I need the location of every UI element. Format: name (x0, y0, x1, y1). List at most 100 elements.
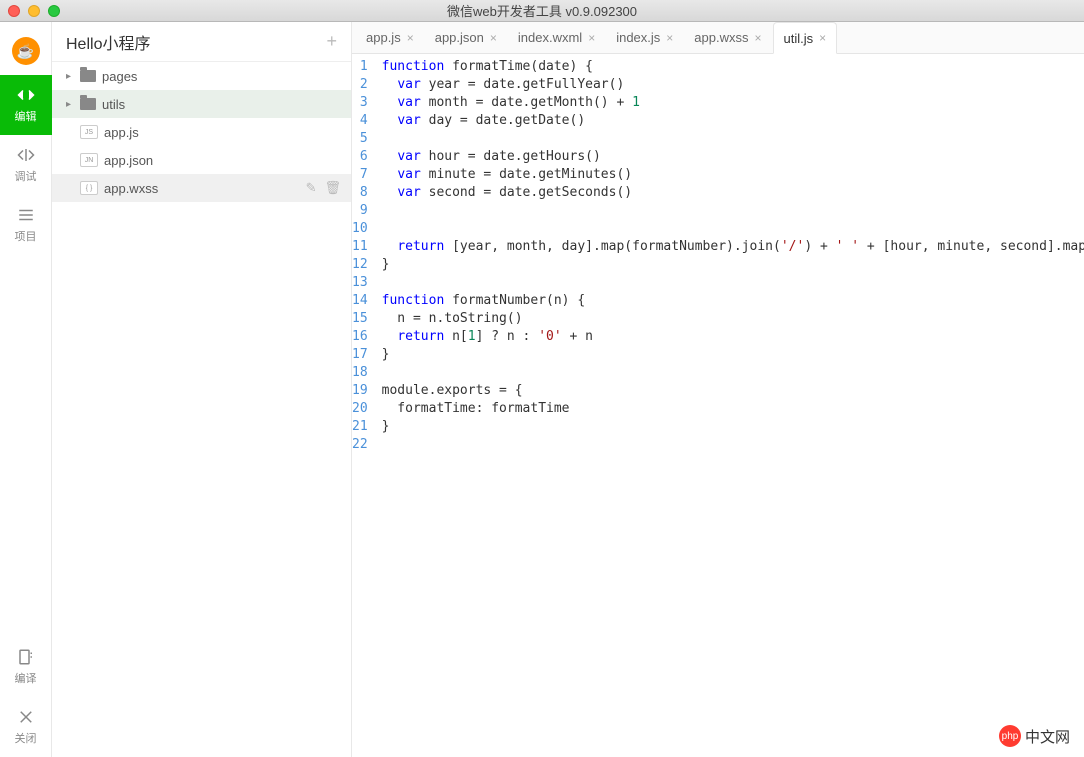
code-line[interactable] (382, 274, 1084, 292)
nav-edit[interactable]: 编辑 (0, 75, 52, 135)
menu-icon (17, 206, 35, 224)
nav-debug[interactable]: 调试 (0, 135, 52, 195)
editor-panel: app.js×app.json×index.wxml×index.js×app.… (352, 22, 1084, 757)
add-file-button[interactable]: + (326, 31, 337, 52)
file-app.js[interactable]: JS app.js (52, 118, 351, 146)
close-window-button[interactable] (8, 5, 20, 17)
debug-icon (17, 146, 35, 164)
maximize-window-button[interactable] (48, 5, 60, 17)
tab-close-icon[interactable]: × (588, 31, 595, 45)
line-number: 1 (352, 58, 368, 76)
tab-index-js[interactable]: index.js × (606, 22, 684, 53)
code-line[interactable]: var hour = date.getHours() (382, 148, 1084, 166)
code-line[interactable]: module.exports = { (382, 382, 1084, 400)
nav-project-label: 项目 (15, 228, 37, 244)
code-line[interactable]: var day = date.getDate() (382, 112, 1084, 130)
sidebar-nav: ☕ 编辑 调试 项目 编译 关闭 (0, 22, 52, 757)
file-type-badge: JS (80, 125, 98, 139)
tab-app-wxss[interactable]: app.wxss× (684, 22, 772, 53)
code-lines[interactable]: function formatTime(date) { var year = d… (382, 58, 1084, 757)
file-app.wxss[interactable]: { }app.wxss✎🗑 (52, 174, 351, 202)
code-line[interactable]: return [year, month, day].map(formatNumb… (382, 238, 1084, 256)
code-line[interactable] (382, 202, 1084, 220)
nav-close[interactable]: 关闭 (0, 697, 52, 757)
tab-close-icon[interactable]: × (755, 31, 762, 45)
tab-bar: app.js×app.json×index.wxml×index.js×app.… (352, 22, 1084, 54)
line-number: 18 (352, 364, 368, 382)
line-number: 16 (352, 328, 368, 346)
folder-utils[interactable]: ▸utils (52, 90, 351, 118)
compile-icon (17, 648, 35, 666)
tab-app-json[interactable]: app.json× (425, 22, 508, 53)
titlebar: 微信web开发者工具 v0.9.092300 (0, 0, 1084, 22)
watermark: php 中文网 (999, 725, 1070, 747)
code-line[interactable]: var second = date.getSeconds() (382, 184, 1084, 202)
code-line[interactable]: var year = date.getFullYear() (382, 76, 1084, 94)
code-editor[interactable]: 12345678910111213141516171819202122 func… (352, 54, 1084, 757)
line-number: 3 (352, 94, 368, 112)
line-number: 9 (352, 202, 368, 220)
file-tree: ▸pages▸utilsJSapp.jsJNapp.json{ }app.wxs… (52, 62, 351, 757)
file-app.json[interactable]: JNapp.json (52, 146, 351, 174)
tree-item-label: app.wxss (104, 181, 158, 196)
delete-icon[interactable]: 🗑 (324, 180, 341, 196)
code-line[interactable]: formatTime: formatTime (382, 400, 1084, 418)
tab-app-js[interactable]: app.js × (356, 22, 425, 53)
nav-compile[interactable]: 编译 (0, 637, 52, 697)
code-line[interactable] (382, 436, 1084, 454)
line-number: 10 (352, 220, 368, 238)
line-number: 6 (352, 148, 368, 166)
line-number: 19 (352, 382, 368, 400)
minimize-window-button[interactable] (28, 5, 40, 17)
app-logo: ☕ (12, 37, 40, 65)
code-line[interactable] (382, 364, 1084, 382)
file-panel: Hello小程序 + ▸pages▸utils JS app.js JNapp.jso… (52, 22, 352, 757)
line-number: 5 (352, 130, 368, 148)
edit-icon[interactable]: ✎ (306, 180, 317, 196)
tab-close-icon[interactable]: × (407, 31, 414, 45)
tree-item-label: pages (102, 69, 137, 84)
project-name: Hello小程序 (66, 30, 150, 54)
tab-close-icon[interactable]: × (819, 31, 826, 45)
tab-index-wxml[interactable]: index.wxml× (508, 22, 606, 53)
code-line[interactable]: } (382, 346, 1084, 364)
code-line[interactable] (382, 220, 1084, 238)
line-gutter: 12345678910111213141516171819202122 (352, 58, 382, 757)
line-number: 22 (352, 436, 368, 454)
line-number: 12 (352, 256, 368, 274)
code-line[interactable] (382, 130, 1084, 148)
tab-close-icon[interactable]: × (490, 31, 497, 45)
line-number: 8 (352, 184, 368, 202)
tab-close-icon[interactable]: × (666, 31, 673, 45)
code-line[interactable]: } (382, 418, 1084, 436)
line-number: 4 (352, 112, 368, 130)
folder-icon (80, 70, 96, 82)
tab-util-js[interactable]: util.js× (773, 22, 838, 54)
watermark-badge: php (999, 725, 1021, 747)
line-number: 14 (352, 292, 368, 310)
code-line[interactable]: n = n.toString() (382, 310, 1084, 328)
nav-edit-label: 编辑 (15, 108, 37, 124)
close-icon (17, 708, 35, 726)
tab-label: app.js (366, 30, 401, 45)
code-line[interactable]: var minute = date.getMinutes() (382, 166, 1084, 184)
code-line[interactable]: function formatTime(date) { (382, 58, 1084, 76)
watermark-text: 中文网 (1025, 726, 1070, 747)
window-controls (8, 5, 60, 17)
code-icon (17, 86, 35, 104)
code-line[interactable]: } (382, 256, 1084, 274)
nav-project[interactable]: 项目 (0, 195, 52, 255)
nav-compile-label: 编译 (15, 670, 37, 686)
line-number: 2 (352, 76, 368, 94)
nav-debug-label: 调试 (15, 168, 37, 184)
code-line[interactable]: function formatNumber(n) { (382, 292, 1084, 310)
folder-pages[interactable]: ▸pages (52, 62, 351, 90)
tab-label: index.js (616, 30, 660, 45)
folder-icon (80, 98, 96, 110)
line-number: 15 (352, 310, 368, 328)
line-number: 13 (352, 274, 368, 292)
code-line[interactable]: return n[1] ? n : '0' + n (382, 328, 1084, 346)
tree-item-label: app.js (104, 125, 139, 140)
nav-close-label: 关闭 (15, 730, 37, 746)
code-line[interactable]: var month = date.getMonth() + 1 (382, 94, 1084, 112)
